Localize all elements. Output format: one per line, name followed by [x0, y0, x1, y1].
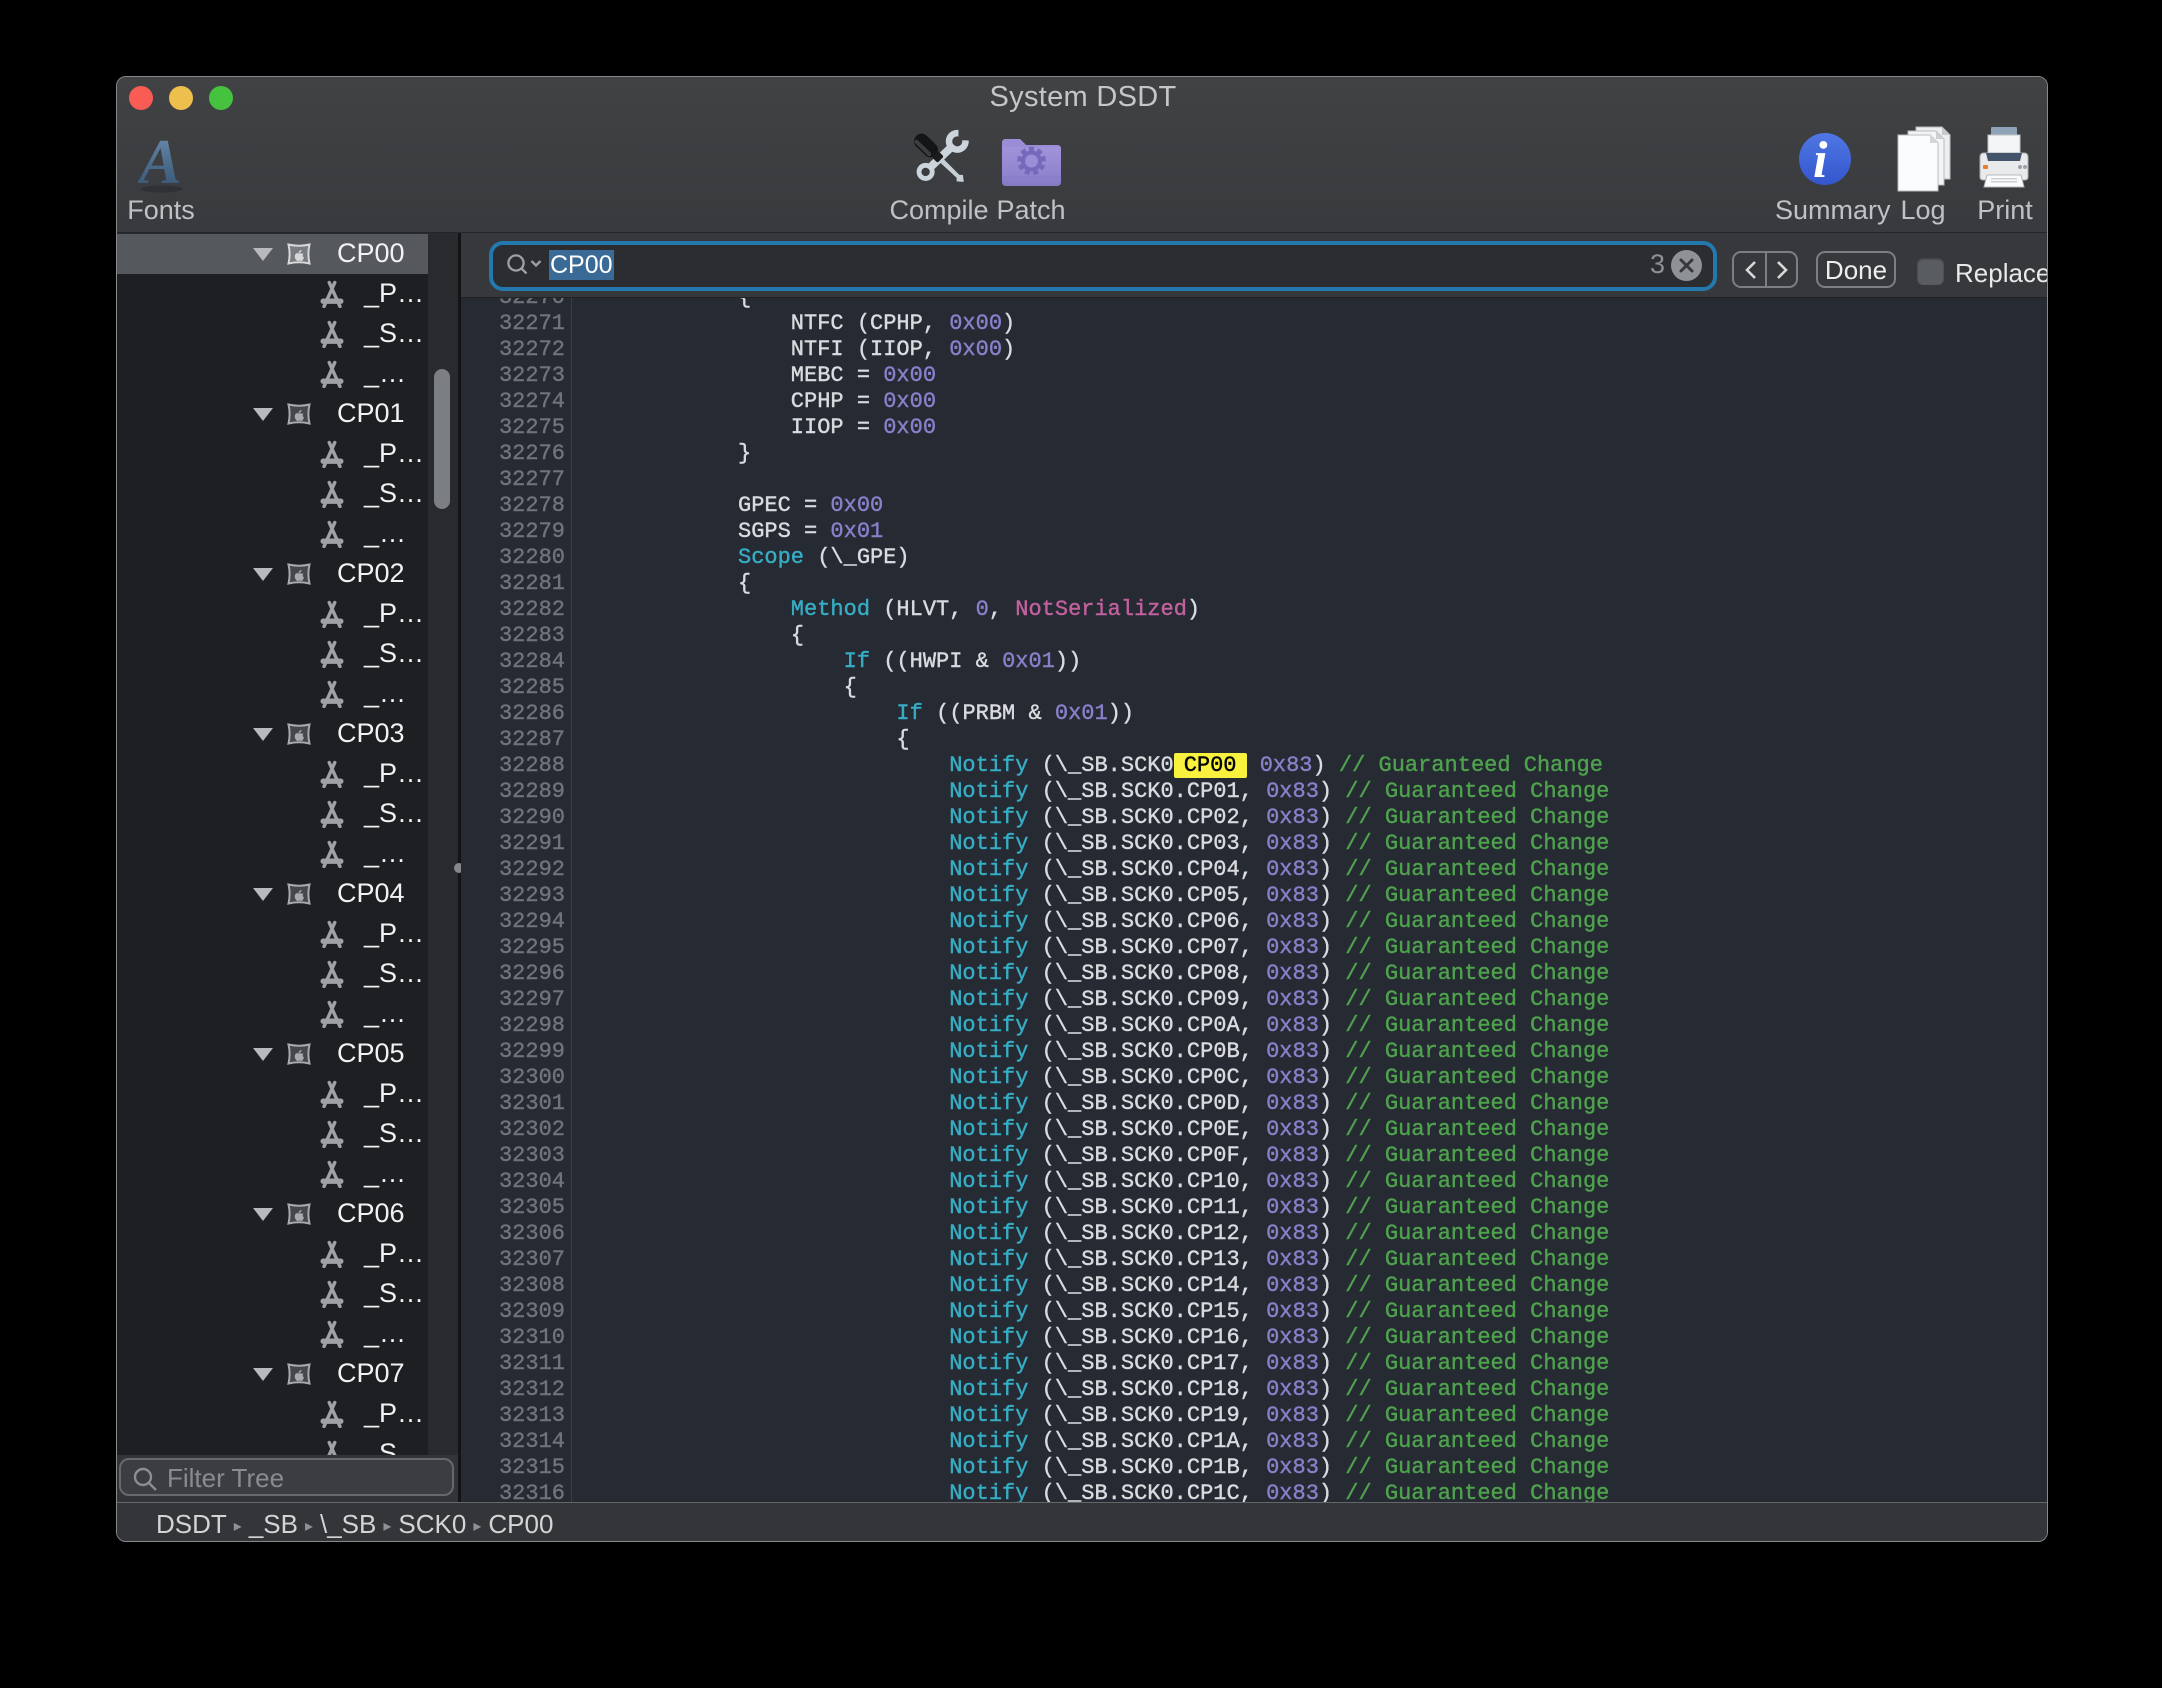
svg-text:A: A [138, 131, 182, 197]
svg-text:i: i [1813, 132, 1828, 186]
